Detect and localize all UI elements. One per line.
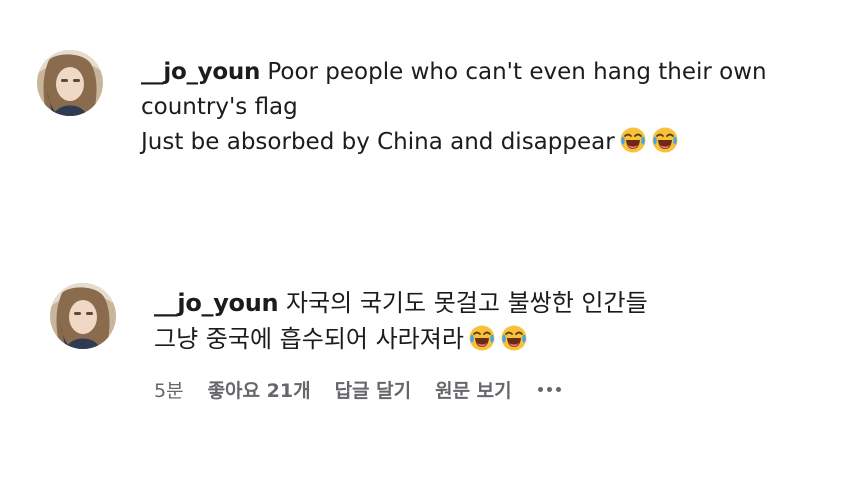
- avatar[interactable]: [50, 283, 116, 349]
- laughing-face-emoji: [619, 126, 647, 154]
- laughing-face-emoji: [468, 324, 496, 352]
- comment-actions: 5분 좋아요 21개 답글 달기 원문 보기: [154, 376, 563, 403]
- avatar-image: [50, 283, 116, 349]
- like-button[interactable]: 좋아요 21개: [208, 376, 311, 403]
- comment: __jo_youn Poor people who can't even han…: [37, 50, 831, 160]
- comment-text-line: 자국의 국기도 못걸고 불쌍한 인간들: [278, 289, 648, 317]
- comment-username[interactable]: __jo_youn: [141, 59, 260, 85]
- comment-text-line: Just be absorbed by China and disappear: [141, 129, 615, 155]
- comment: __jo_youn 자국의 국기도 못걸고 불쌍한 인간들 그냥 중국에 흡수되…: [50, 283, 774, 357]
- comment-text-line: 그냥 중국에 흡수되어 사라져라: [154, 325, 464, 353]
- laughing-face-emoji: [651, 126, 679, 154]
- avatar[interactable]: [37, 50, 103, 116]
- comment-body: __jo_youn 자국의 국기도 못걸고 불쌍한 인간들 그냥 중국에 흡수되…: [154, 285, 774, 357]
- avatar-image: [37, 50, 103, 116]
- see-original-button[interactable]: 원문 보기: [435, 376, 512, 403]
- laughing-face-emoji: [500, 324, 528, 352]
- more-options-icon[interactable]: [536, 383, 563, 396]
- comment-body: __jo_youn Poor people who can't even han…: [141, 55, 831, 160]
- comment-timestamp[interactable]: 5분: [154, 376, 184, 403]
- comment-username[interactable]: __jo_youn: [154, 289, 279, 317]
- reply-button[interactable]: 답글 달기: [335, 376, 412, 403]
